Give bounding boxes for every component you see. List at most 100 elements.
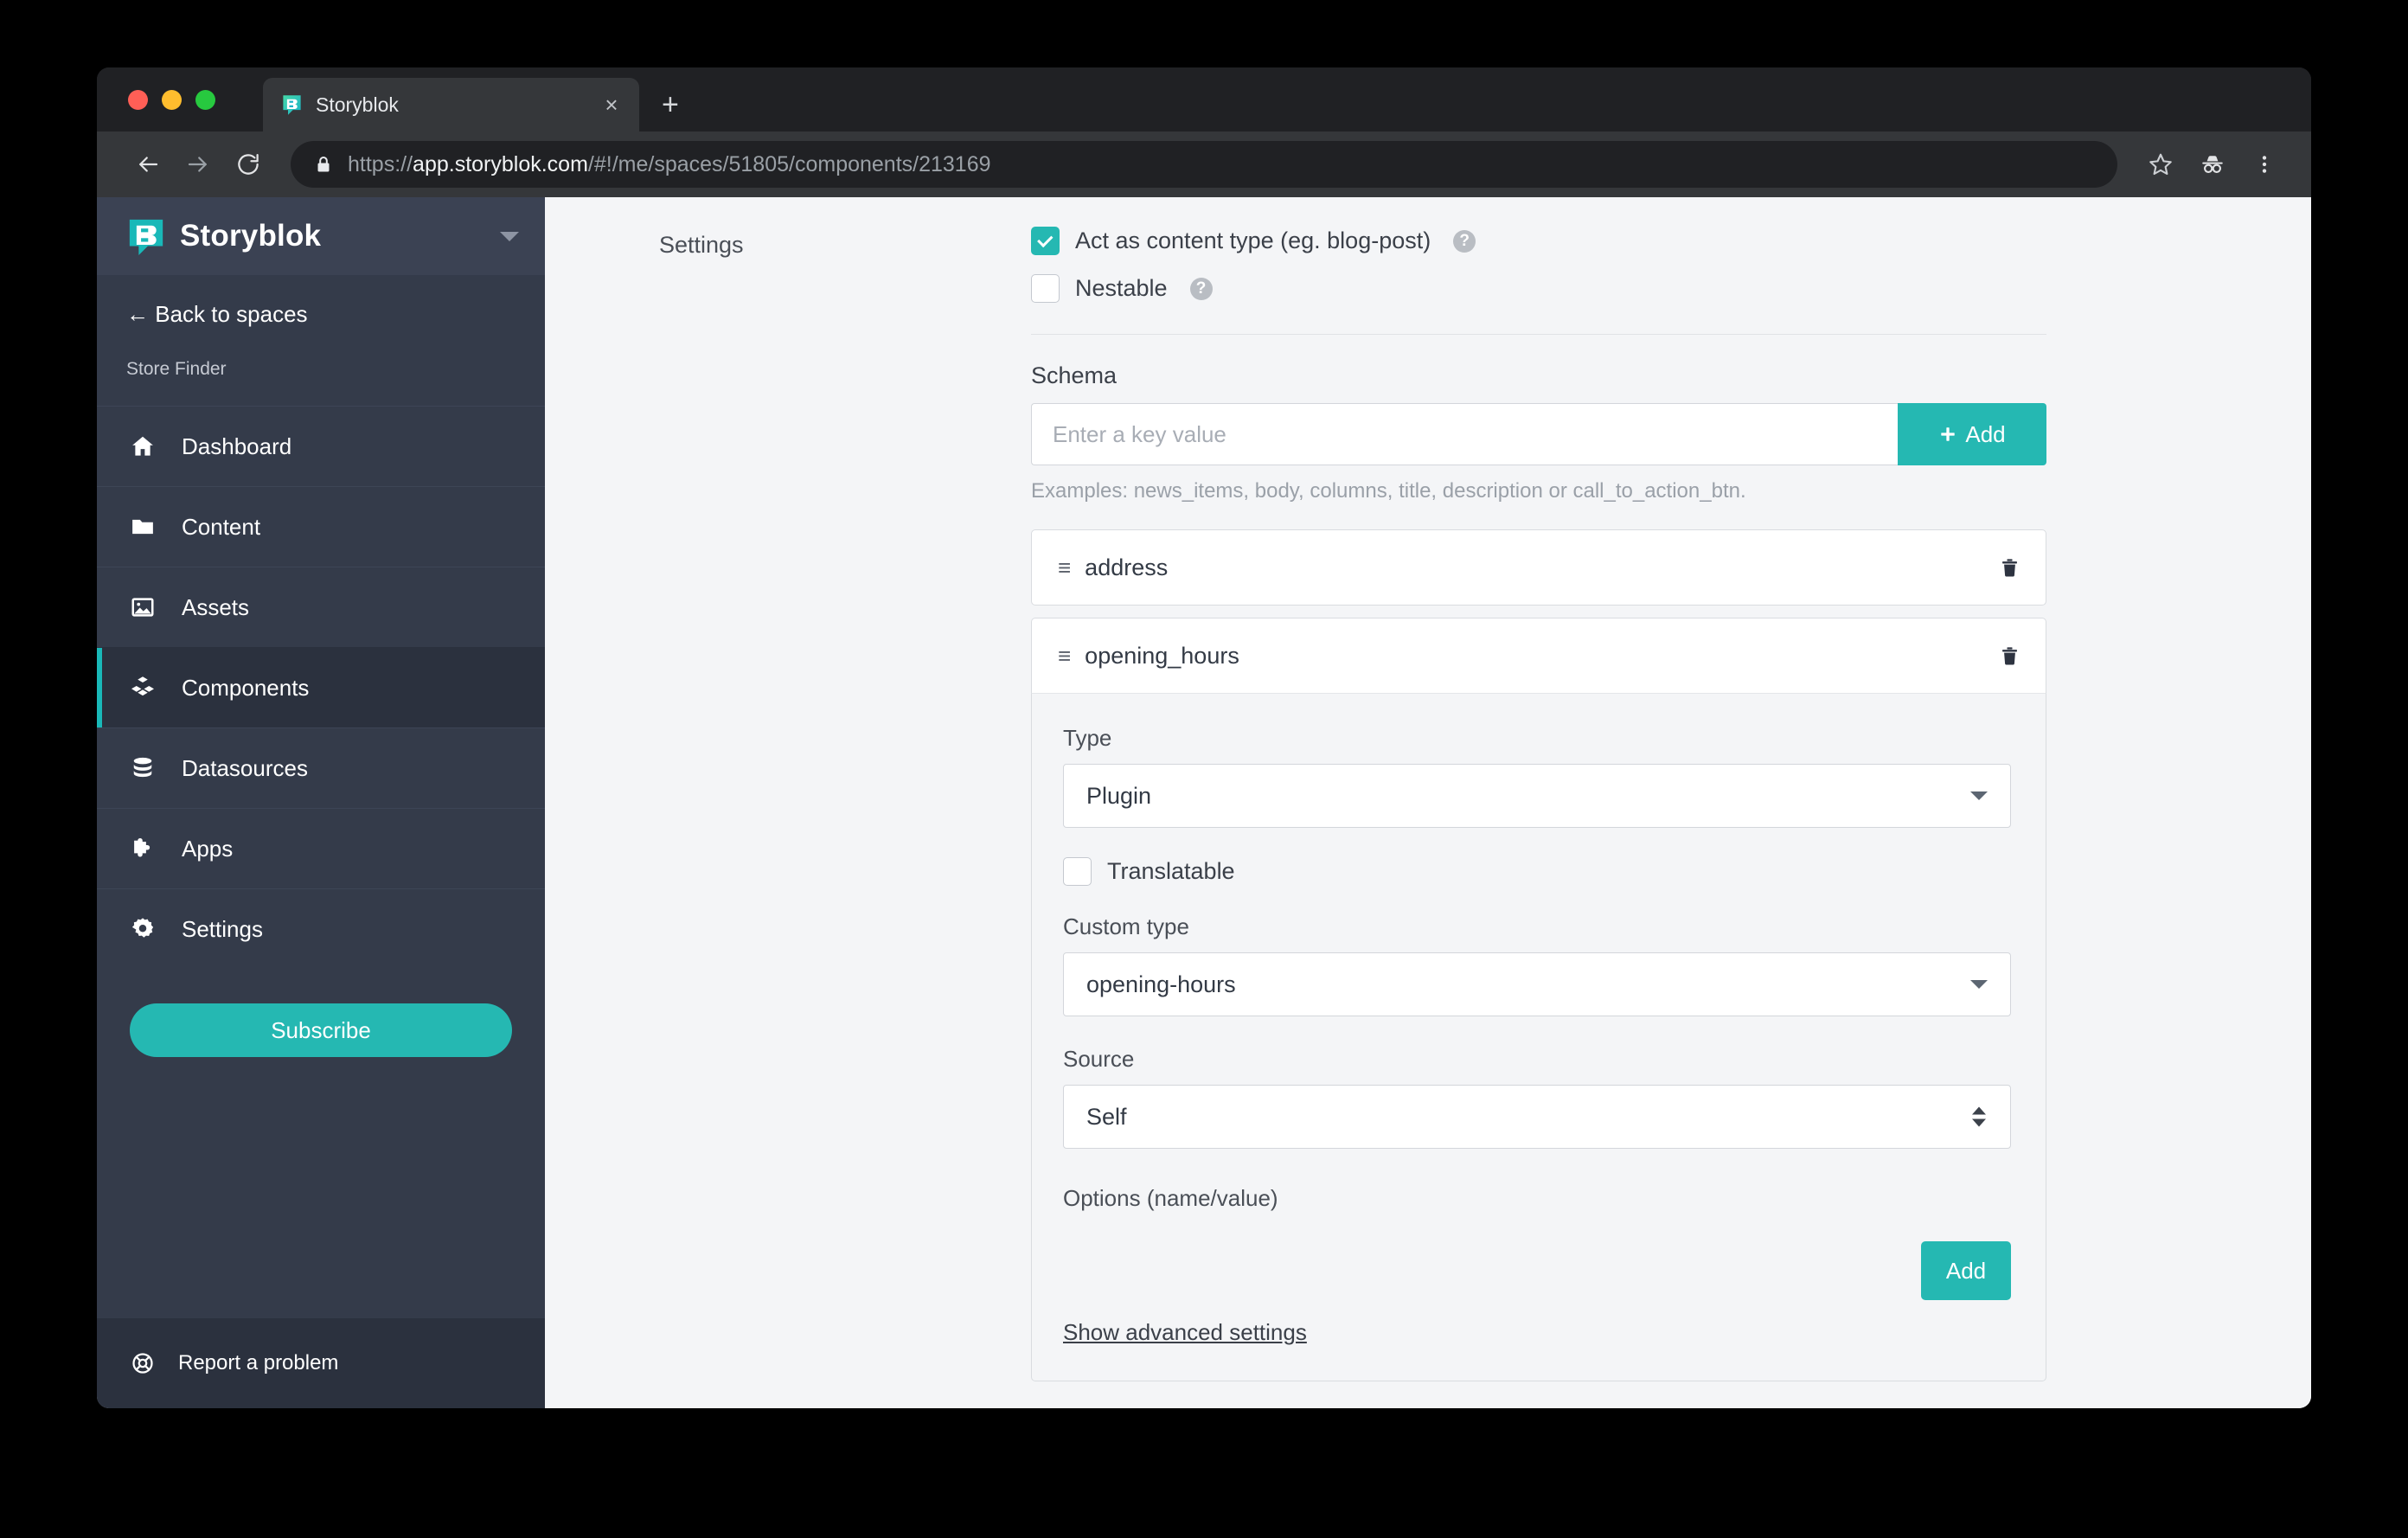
schema-add-button[interactable]: Add <box>1898 403 2046 465</box>
window-traffic-lights <box>128 90 215 110</box>
act-as-content-type-label: Act as content type (eg. blog-post) <box>1075 227 1431 253</box>
drag-handle-icon[interactable]: ≡ <box>1058 644 1071 667</box>
tab-strip: Storyblok × + <box>97 67 2311 131</box>
sidebar-item-dashboard[interactable]: Dashboard <box>97 406 545 486</box>
page-viewport: Storyblok ← Back to spaces Store Finder … <box>97 197 2311 1408</box>
options-label: Options (name/value) <box>1063 1185 1278 1211</box>
brand-space-switcher[interactable]: Storyblok <box>97 197 545 275</box>
browser-menu-icon[interactable] <box>2244 144 2285 185</box>
component-settings-content: Act as content type (eg. blog-post) ? Ne… <box>1031 227 2129 1408</box>
plus-icon <box>1941 427 1956 441</box>
chevron-up-down-icon <box>1972 1106 1986 1127</box>
main-area: Settings Act as content type (eg. blog-p… <box>545 197 2311 1408</box>
tab-title: Storyblok <box>316 93 399 116</box>
translatable-checkbox[interactable] <box>1063 857 1092 886</box>
type-value: Plugin <box>1086 782 1152 809</box>
report-a-problem-link[interactable]: Report a problem <box>97 1318 545 1408</box>
schema-field-key: opening_hours <box>1085 642 1239 669</box>
browser-tab[interactable]: Storyblok × <box>263 78 639 131</box>
bookmark-star-icon[interactable] <box>2140 144 2181 185</box>
storyblok-logo-icon <box>129 219 163 256</box>
chevron-down-icon[interactable] <box>500 231 519 241</box>
url-path: /#!/me/spaces/51805/components/213169 <box>587 151 991 176</box>
custom-type-select[interactable]: opening-hours <box>1063 952 2011 1016</box>
field-settings-panel: Type Plugin Translatable Custom type ope… <box>1031 694 2046 1381</box>
translatable-row[interactable]: Translatable <box>1063 857 2011 886</box>
puzzle-icon <box>126 836 159 862</box>
minimize-window-button[interactable] <box>162 90 182 110</box>
delete-field-icon[interactable] <box>1998 644 2021 668</box>
sidebar-item-apps[interactable]: Apps <box>97 808 545 888</box>
schema-key-input[interactable] <box>1031 403 1898 465</box>
database-icon <box>126 755 159 781</box>
components-icon <box>126 675 159 701</box>
options-add-row: Add <box>1063 1241 2011 1300</box>
nestable-checkbox[interactable] <box>1031 274 1060 303</box>
maximize-window-button[interactable] <box>195 90 215 110</box>
url-host: app.storyblok.com <box>413 151 588 176</box>
sidebar-item-content[interactable]: Content <box>97 486 545 567</box>
sidebar-label: Assets <box>182 593 250 620</box>
close-window-button[interactable] <box>128 90 148 110</box>
sidebar-label: Components <box>182 674 310 701</box>
tab-settings[interactable]: Settings <box>659 232 1031 259</box>
act-as-content-type-checkbox[interactable] <box>1031 227 1060 255</box>
incognito-icon[interactable] <box>2192 144 2233 185</box>
sidebar-item-assets[interactable]: Assets <box>97 567 545 647</box>
source-label: Source <box>1063 1046 1135 1072</box>
custom-type-label: Custom type <box>1063 913 1189 939</box>
sidebar-label: Settings <box>182 915 263 942</box>
options-add-button[interactable]: Add <box>1921 1241 2011 1300</box>
back-to-spaces-link[interactable]: ← Back to spaces <box>97 275 545 350</box>
forward-arrow-icon[interactable] <box>178 144 218 184</box>
type-select[interactable]: Plugin <box>1063 764 2011 828</box>
storyblok-favicon <box>283 94 301 115</box>
chevron-down-icon <box>1970 980 1988 989</box>
nestable-label: Nestable <box>1075 275 1168 301</box>
help-icon[interactable]: ? <box>1453 229 1476 253</box>
gear-icon <box>126 916 159 942</box>
report-label: Report a problem <box>178 1351 339 1375</box>
lifebuoy-icon <box>126 1351 159 1375</box>
schema-field-row[interactable]: ≡ opening_hours <box>1031 618 2046 694</box>
sidebar-label: Content <box>182 513 261 540</box>
show-advanced-settings-link[interactable]: Show advanced settings <box>1063 1319 1307 1346</box>
schema-add-row: Add <box>1031 403 2046 465</box>
drag-handle-icon[interactable]: ≡ <box>1058 556 1071 579</box>
sidebar-label: Dashboard <box>182 433 292 459</box>
type-label: Type <box>1063 725 1112 751</box>
help-icon[interactable]: ? <box>1189 277 1213 300</box>
back-arrow-icon[interactable] <box>128 144 168 184</box>
schema-field-row[interactable]: ≡ address <box>1031 529 2046 606</box>
home-icon <box>126 433 159 459</box>
settings-nav-column: Settings <box>545 227 1031 1408</box>
subscribe-button[interactable]: Subscribe <box>130 1003 512 1057</box>
nestable-row[interactable]: Nestable ? <box>1031 274 2046 303</box>
delete-field-icon[interactable] <box>1998 556 2021 580</box>
space-name: Store Finder <box>126 359 227 379</box>
translatable-label: Translatable <box>1107 858 1235 884</box>
subscribe-section: Subscribe <box>97 969 545 1057</box>
sidebar-item-settings[interactable]: Settings <box>97 888 545 969</box>
sidebar-item-components[interactable]: Components <box>97 647 545 727</box>
app-sidebar: Storyblok ← Back to spaces Store Finder … <box>97 197 545 1408</box>
reload-icon[interactable] <box>228 144 268 184</box>
new-tab-button[interactable]: + <box>662 90 679 119</box>
sidebar-label: Apps <box>182 835 234 862</box>
address-bar[interactable]: https://app.storyblok.com/#!/me/spaces/5… <box>291 141 2117 188</box>
url-scheme: https:// <box>348 151 413 176</box>
schema-hint: Examples: news_items, body, columns, tit… <box>1031 479 1746 503</box>
url-text: https://app.storyblok.com/#!/me/spaces/5… <box>348 152 991 177</box>
act-as-content-type-row[interactable]: Act as content type (eg. blog-post) ? <box>1031 227 2046 255</box>
section-divider <box>1031 334 2046 335</box>
close-tab-icon[interactable]: × <box>599 93 624 116</box>
source-select[interactable]: Self <box>1063 1085 2011 1149</box>
chevron-down-icon <box>1970 791 1988 800</box>
browser-window: Storyblok × + https://app.storyblok.com/… <box>97 67 2311 1408</box>
browser-toolbar: https://app.storyblok.com/#!/me/spaces/5… <box>97 131 2311 197</box>
schema-title: Schema <box>1031 362 1118 388</box>
schema-field-key: address <box>1085 554 1169 580</box>
sidebar-item-datasources[interactable]: Datasources <box>97 727 545 808</box>
brand-name: Storyblok <box>180 219 322 253</box>
